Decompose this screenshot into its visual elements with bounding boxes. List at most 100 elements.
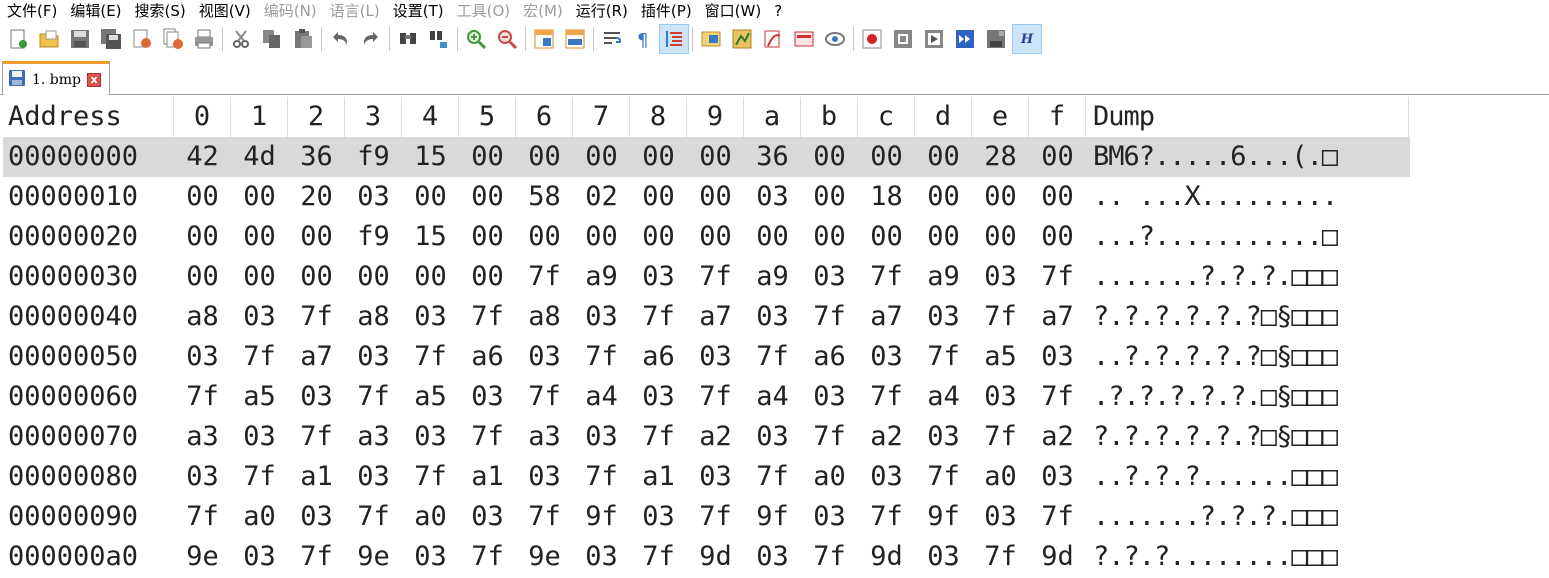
menu-item-8[interactable]: 宏(M): [516, 1, 569, 21]
hex-editor-button[interactable]: H: [1012, 24, 1042, 54]
hex-byte[interactable]: a6: [801, 337, 858, 377]
hex-byte[interactable]: 03: [687, 457, 744, 497]
hex-byte[interactable]: 7f: [459, 417, 516, 457]
hex-byte[interactable]: 00: [972, 177, 1029, 217]
hex-byte[interactable]: a9: [915, 257, 972, 297]
hex-byte[interactable]: 00: [801, 177, 858, 217]
hex-byte[interactable]: 00: [288, 257, 345, 297]
hex-byte[interactable]: 9f: [915, 497, 972, 537]
show-all-chars-button[interactable]: ¶: [629, 25, 657, 53]
hex-byte[interactable]: 36: [288, 137, 345, 177]
hex-byte[interactable]: 9f: [744, 497, 801, 537]
hex-row[interactable]: 00000020 00 00 00 f9 15 00 00 00 00 00 00 00 00 00 00 00…: [3, 217, 1410, 257]
hex-byte[interactable]: a3: [516, 417, 573, 457]
hex-byte[interactable]: 7f: [972, 537, 1029, 577]
hex-byte[interactable]: 00: [687, 137, 744, 177]
doc-map-button[interactable]: [697, 25, 725, 53]
hex-byte[interactable]: a6: [630, 337, 687, 377]
hex-byte[interactable]: 03: [573, 297, 630, 337]
hex-byte[interactable]: 7f: [573, 457, 630, 497]
hex-byte[interactable]: 03: [858, 337, 915, 377]
hex-byte[interactable]: 03: [744, 297, 801, 337]
hex-byte[interactable]: 03: [231, 417, 288, 457]
hex-byte[interactable]: 03: [402, 537, 459, 577]
hex-byte[interactable]: 9f: [573, 497, 630, 537]
save-macro-button[interactable]: [982, 25, 1010, 53]
find-button[interactable]: [394, 25, 422, 53]
hex-byte[interactable]: 28: [972, 137, 1029, 177]
hex-byte[interactable]: 02: [573, 177, 630, 217]
hex-byte[interactable]: 7f: [516, 497, 573, 537]
hex-byte[interactable]: 03: [1029, 457, 1086, 497]
hex-byte[interactable]: a0: [801, 457, 858, 497]
hex-byte[interactable]: 7f: [345, 377, 402, 417]
close-button[interactable]: [128, 25, 156, 53]
hex-byte[interactable]: 03: [174, 337, 231, 377]
hex-byte[interactable]: 03: [174, 457, 231, 497]
hex-byte[interactable]: 7f: [801, 417, 858, 457]
hex-byte[interactable]: 9e: [516, 537, 573, 577]
redo-button[interactable]: [357, 25, 385, 53]
hex-byte[interactable]: 7f: [687, 497, 744, 537]
hex-byte[interactable]: 00: [858, 217, 915, 257]
tab-close-icon[interactable]: x: [87, 72, 102, 87]
hex-byte[interactable]: 00: [858, 137, 915, 177]
hex-byte[interactable]: 7f: [231, 457, 288, 497]
hex-byte[interactable]: 9d: [1029, 537, 1086, 577]
row-dump[interactable]: ...?...........□: [1086, 217, 1409, 257]
hex-byte[interactable]: 58: [516, 177, 573, 217]
hex-byte[interactable]: 03: [231, 537, 288, 577]
hex-byte[interactable]: 7f: [687, 257, 744, 297]
hex-byte[interactable]: 00: [516, 137, 573, 177]
row-dump[interactable]: .......?.?.?.□□□: [1086, 497, 1409, 537]
hex-byte[interactable]: 00: [174, 177, 231, 217]
hex-byte[interactable]: 7f: [345, 497, 402, 537]
hex-byte[interactable]: 03: [801, 377, 858, 417]
menu-item-11[interactable]: 窗口(W): [698, 1, 768, 21]
menu-item-2[interactable]: 搜索(S): [128, 1, 192, 21]
row-dump[interactable]: .......?.?.?.□□□: [1086, 257, 1409, 297]
hex-row[interactable]: 00000040 a8 03 7f a8 03 7f a8 03 7f a7 03 7f a7 03 7f a7…: [3, 297, 1410, 337]
row-dump[interactable]: .?.?.?.?.?.□§□□□: [1086, 377, 1409, 417]
hex-byte[interactable]: 9d: [858, 537, 915, 577]
hex-byte[interactable]: 00: [915, 137, 972, 177]
hex-row[interactable]: 000000a0 9e 03 7f 9e 03 7f 9e 03 7f 9d 03 7f 9d 03 7f 9d…: [3, 537, 1410, 577]
hex-byte[interactable]: a5: [972, 337, 1029, 377]
zoom-in-button[interactable]: [462, 25, 490, 53]
hex-byte[interactable]: 00: [459, 217, 516, 257]
hex-view[interactable]: Address 0 1 2 3 4 5 6 7 8 9 a b c d e f Dump 00000000 42 4…: [3, 97, 1410, 577]
hex-byte[interactable]: 7f: [858, 257, 915, 297]
hex-byte[interactable]: 15: [402, 137, 459, 177]
menu-item-9[interactable]: 运行(R): [569, 1, 634, 21]
hex-byte[interactable]: 00: [915, 177, 972, 217]
hex-byte[interactable]: a5: [231, 377, 288, 417]
hex-byte[interactable]: 03: [459, 377, 516, 417]
hex-byte[interactable]: 00: [459, 177, 516, 217]
hex-byte[interactable]: 03: [915, 537, 972, 577]
hex-byte[interactable]: 7f: [972, 297, 1029, 337]
hex-byte[interactable]: a4: [573, 377, 630, 417]
row-dump[interactable]: ?.?.?.?.?.?□§□□□: [1086, 417, 1409, 457]
hex-byte[interactable]: 00: [231, 257, 288, 297]
hex-row[interactable]: 00000000 42 4d 36 f9 15 00 00 00 00 00 36 00 00 00 28 00…: [3, 137, 1410, 177]
hex-byte[interactable]: 03: [801, 497, 858, 537]
hex-byte[interactable]: 03: [687, 337, 744, 377]
hex-byte[interactable]: 03: [231, 297, 288, 337]
sync-vertical-button[interactable]: [530, 25, 558, 53]
hex-byte[interactable]: a4: [744, 377, 801, 417]
hex-byte[interactable]: a0: [402, 497, 459, 537]
hex-byte[interactable]: 00: [288, 217, 345, 257]
hex-byte[interactable]: a1: [459, 457, 516, 497]
hex-byte[interactable]: a3: [345, 417, 402, 457]
word-wrap-button[interactable]: [598, 25, 626, 53]
hex-byte[interactable]: a9: [573, 257, 630, 297]
save-button[interactable]: [66, 25, 94, 53]
hex-byte[interactable]: 03: [915, 417, 972, 457]
hex-byte[interactable]: a7: [687, 297, 744, 337]
hex-byte[interactable]: 7f: [402, 337, 459, 377]
cut-button[interactable]: [227, 25, 255, 53]
hex-byte[interactable]: 03: [345, 457, 402, 497]
hex-byte[interactable]: 03: [573, 537, 630, 577]
hex-byte[interactable]: 7f: [459, 537, 516, 577]
hex-byte[interactable]: a0: [972, 457, 1029, 497]
